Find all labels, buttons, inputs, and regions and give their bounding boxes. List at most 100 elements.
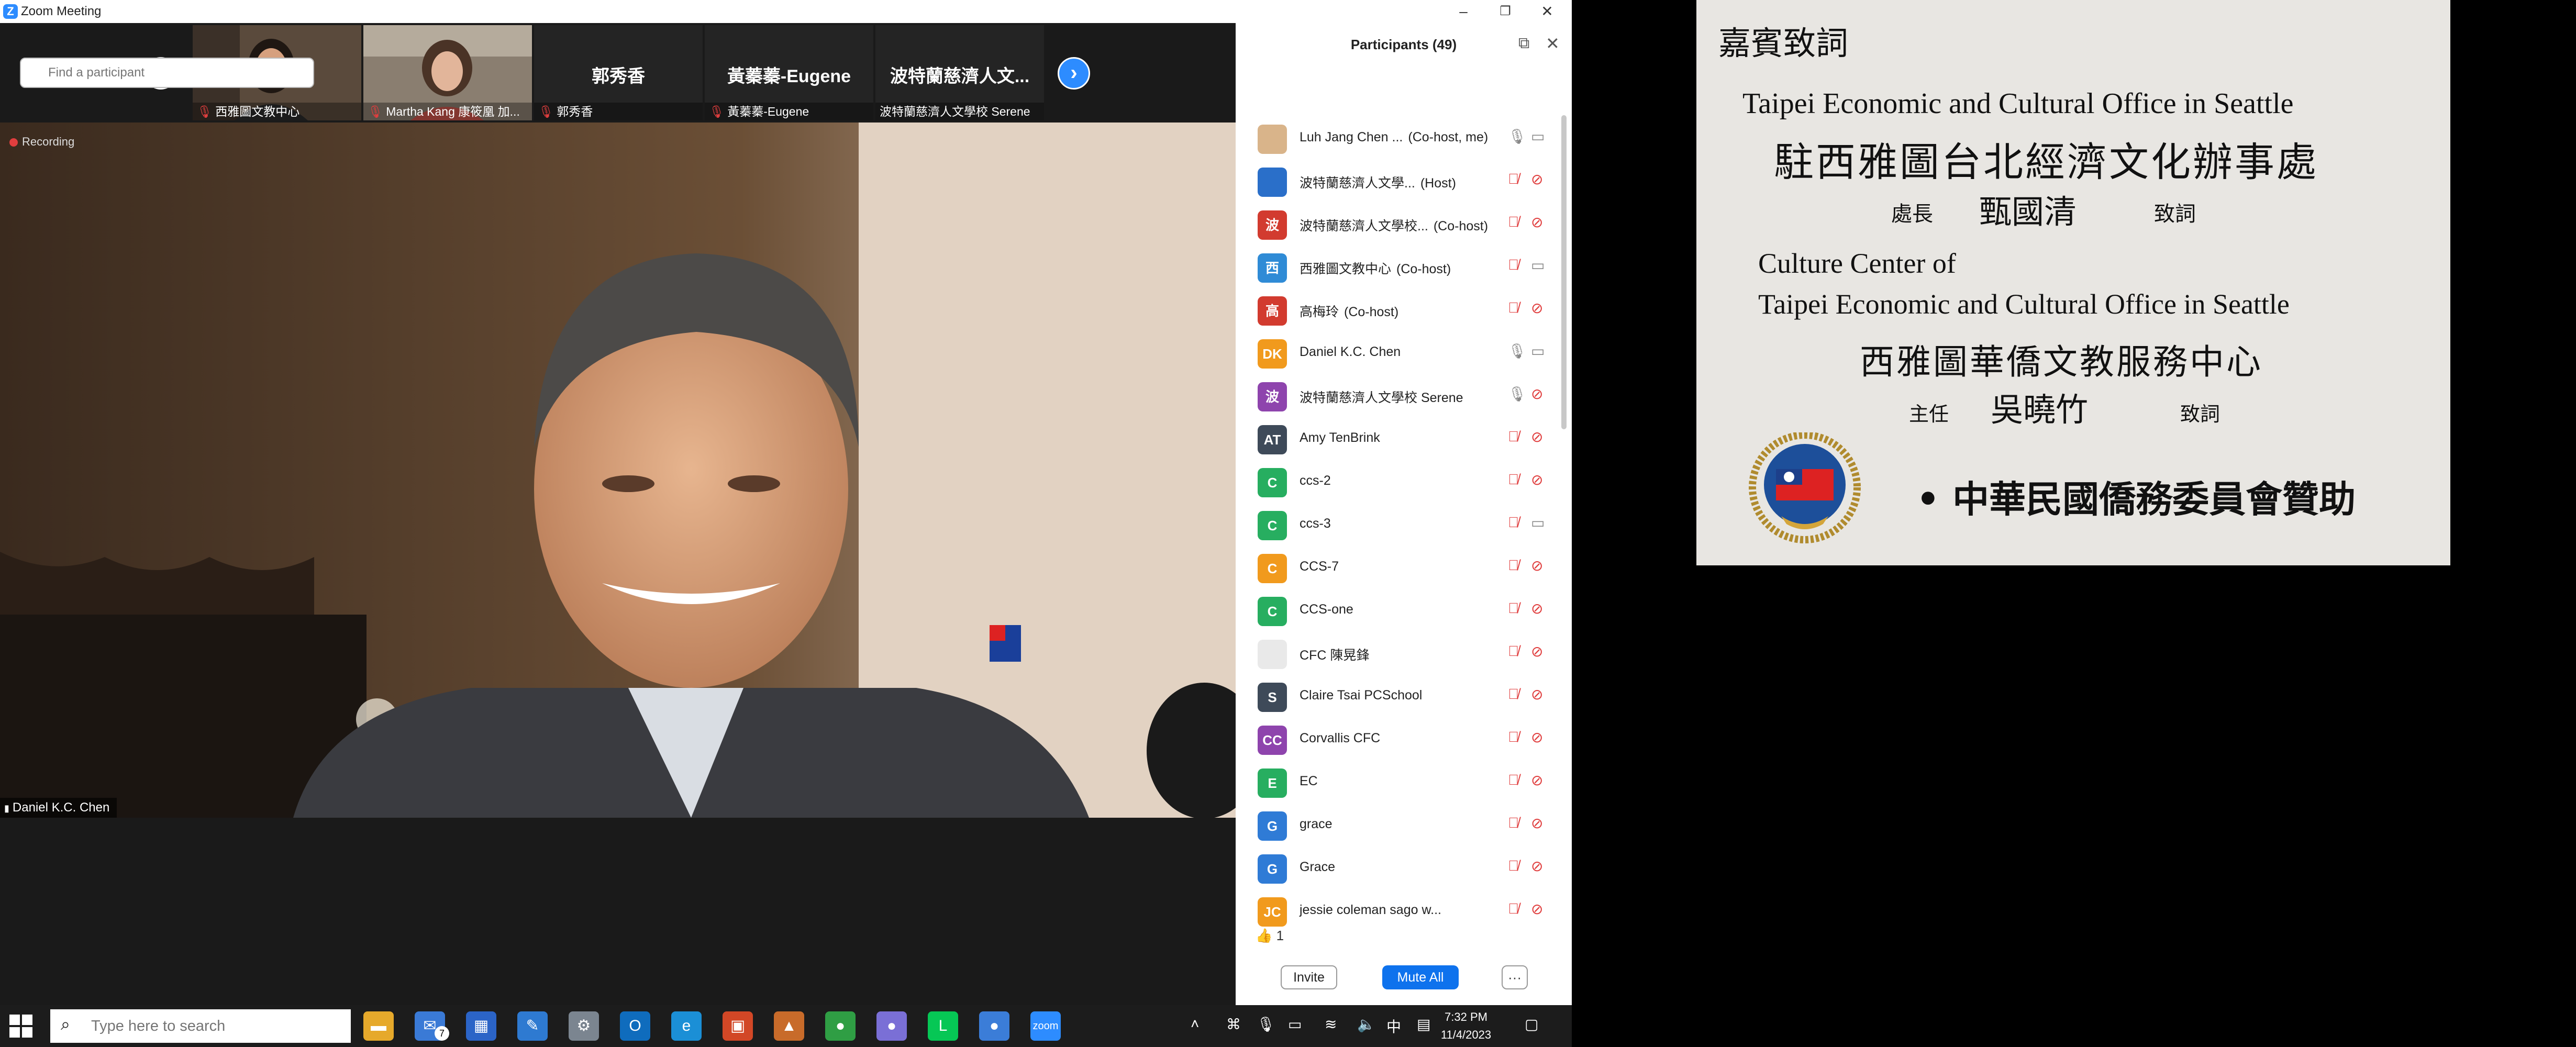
- paint-icon[interactable]: ✎: [517, 1011, 548, 1041]
- mic-icon[interactable]: 🎙: [1508, 342, 1527, 360]
- camera-off-icon[interactable]: ⊘: [1531, 557, 1543, 574]
- camera-icon[interactable]: ▭: [1531, 257, 1545, 274]
- network-icon[interactable]: ≋: [1325, 1016, 1337, 1033]
- camera-off-icon[interactable]: ⊘: [1531, 299, 1543, 317]
- ime-mode-icon[interactable]: ▤: [1417, 1016, 1430, 1033]
- mic-muted-icon[interactable]: 🎙̸: [1508, 815, 1519, 831]
- participant-row[interactable]: 波特蘭慈濟人文學... (Host) 🎙̸ ⊘: [1236, 157, 1565, 200]
- battery-icon[interactable]: ▭: [1288, 1016, 1302, 1033]
- camera-icon[interactable]: ▭: [1531, 128, 1545, 145]
- office-icon[interactable]: ▣: [723, 1011, 753, 1041]
- start-button[interactable]: [9, 1015, 32, 1038]
- participant-row[interactable]: Luh Jang Chen ... (Co-host, me) 🎙 ▭: [1236, 114, 1565, 157]
- mute-all-button[interactable]: Mute All: [1382, 965, 1459, 989]
- mic-muted-icon[interactable]: 🎙̸: [1508, 857, 1519, 874]
- participant-row[interactable]: 波波特蘭慈濟人文學校 Serene 🎙 ⊘: [1236, 372, 1565, 415]
- participant-thumbnail[interactable]: 郭秀香 🎙 郭秀香: [534, 25, 703, 120]
- chrome-icon[interactable]: ●: [825, 1011, 856, 1041]
- mic-muted-icon[interactable]: 🎙̸: [1508, 729, 1519, 745]
- mic-muted-icon[interactable]: 🎙̸: [1508, 299, 1519, 316]
- participant-row[interactable]: S Claire Tsai PCSchool 🎙̸ ⊘: [1236, 672, 1565, 715]
- camera-off-icon[interactable]: ⊘: [1531, 729, 1543, 746]
- participant-list-scrollbar[interactable]: [1561, 115, 1567, 429]
- tray-overflow-icon[interactable]: ˄: [1191, 1016, 1199, 1032]
- file-explorer-icon[interactable]: ▬: [363, 1011, 394, 1041]
- camera-off-icon[interactable]: ⊘: [1531, 686, 1543, 703]
- close-button[interactable]: ✕: [1529, 0, 1565, 23]
- camera-off-icon[interactable]: ⊘: [1531, 772, 1543, 789]
- participant-row[interactable]: E EC 🎙̸ ⊘: [1236, 758, 1565, 801]
- main-speaker-video[interactable]: [0, 122, 1236, 818]
- camera-off-icon[interactable]: ⊘: [1531, 385, 1543, 403]
- notifications-icon[interactable]: ▢: [1525, 1016, 1538, 1033]
- participant-row[interactable]: AT Amy TenBrink 🎙̸ ⊘: [1236, 415, 1565, 458]
- mic-muted-icon[interactable]: 🎙̸: [1508, 257, 1519, 273]
- participant-row[interactable]: 高高梅玲 (Co-host) 🎙̸ ⊘: [1236, 286, 1565, 329]
- mic-muted-icon[interactable]: 🎙̸: [1508, 557, 1519, 574]
- participant-row[interactable]: C CCS-one 🎙̸ ⊘: [1236, 586, 1565, 629]
- participant-thumbnail[interactable]: 黃蓁蓁-Eugene 🎙 黃蓁蓁-Eugene: [705, 25, 873, 120]
- camera-off-icon[interactable]: ⊘: [1531, 643, 1543, 660]
- meet-now-icon[interactable]: ⌘: [1226, 1016, 1241, 1033]
- mic-muted-icon[interactable]: 🎙̸: [1508, 471, 1519, 488]
- participant-row[interactable]: JC jessie coleman sago w... 🎙̸ ⊘: [1236, 887, 1565, 929]
- mic-muted-icon[interactable]: 🎙̸: [1508, 214, 1519, 230]
- minimize-button[interactable]: –: [1445, 0, 1482, 23]
- thumbnail-name: 黃蓁蓁-Eugene: [727, 105, 809, 118]
- next-page-button[interactable]: ›: [1058, 57, 1090, 90]
- more-options-button[interactable]: ···: [1502, 965, 1528, 989]
- zoom-icon[interactable]: zoom: [1030, 1011, 1061, 1041]
- invite-button[interactable]: Invite: [1281, 965, 1337, 989]
- restore-button[interactable]: ❐: [1487, 0, 1524, 23]
- mic-muted-icon[interactable]: 🎙̸: [1508, 686, 1519, 703]
- participant-row[interactable]: 波波特蘭慈濟人文學校... (Co-host) 🎙̸ ⊘: [1236, 200, 1565, 243]
- camera-off-icon[interactable]: ⊘: [1531, 214, 1543, 231]
- camera-off-icon[interactable]: ⊘: [1531, 428, 1543, 445]
- settings-icon[interactable]: ⚙: [569, 1011, 599, 1041]
- participant-display-name: 波特蘭慈濟人文學校...: [1300, 219, 1428, 233]
- participant-row[interactable]: DK Daniel K.C. Chen 🎙 ▭: [1236, 329, 1565, 372]
- camera-off-icon[interactable]: ⊘: [1531, 857, 1543, 875]
- edge-icon[interactable]: e: [671, 1011, 702, 1041]
- mic-icon[interactable]: 🎙: [1508, 385, 1527, 403]
- panel-close-icon[interactable]: ✕: [1546, 34, 1560, 53]
- participant-row[interactable]: G Grace 🎙̸ ⊘: [1236, 844, 1565, 887]
- mic-muted-icon[interactable]: 🎙̸: [1508, 643, 1519, 660]
- chrome-canary-icon[interactable]: ●: [876, 1011, 907, 1041]
- camera-off-icon[interactable]: ⊘: [1531, 600, 1543, 617]
- photos-icon[interactable]: ▲: [774, 1011, 804, 1041]
- participant-row[interactable]: 西西雅圖文教中心 (Co-host) 🎙̸ ▭: [1236, 243, 1565, 286]
- mic-muted-icon[interactable]: 🎙̸: [1508, 171, 1519, 187]
- participant-search-input[interactable]: [20, 58, 314, 88]
- camera-off-icon[interactable]: ⊘: [1531, 815, 1543, 832]
- participant-row[interactable]: Ggrace 🎙̸ ⊘: [1236, 801, 1565, 844]
- camera-off-icon[interactable]: ⊘: [1531, 471, 1543, 488]
- camera-off-icon[interactable]: ⊘: [1531, 171, 1543, 188]
- mic-muted-icon[interactable]: 🎙̸: [1508, 772, 1519, 788]
- participant-row[interactable]: CC Corvallis CFC 🎙̸ ⊘: [1236, 715, 1565, 758]
- camera-off-icon[interactable]: ⊘: [1531, 900, 1543, 918]
- volume-icon[interactable]: 🔈: [1357, 1016, 1375, 1033]
- mic-icon[interactable]: 🎙: [1508, 128, 1527, 145]
- microphone-icon[interactable]: 🎙: [1257, 1016, 1275, 1033]
- mic-muted-icon[interactable]: 🎙̸: [1508, 514, 1519, 531]
- taskbar-clock[interactable]: 7:32 PM 11/4/2023: [1435, 1008, 1497, 1044]
- participant-row[interactable]: CFC 陳晃鋒 🎙̸ ⊘: [1236, 629, 1565, 672]
- chrome-profile-icon[interactable]: ●: [979, 1011, 1009, 1041]
- line-icon[interactable]: L: [928, 1011, 958, 1041]
- mic-muted-icon[interactable]: 🎙̸: [1508, 428, 1519, 445]
- mic-muted-icon[interactable]: 🎙̸: [1508, 600, 1519, 617]
- ime-indicator[interactable]: 中: [1386, 1016, 1401, 1037]
- popout-icon[interactable]: ⧉: [1518, 35, 1529, 52]
- participant-row[interactable]: C CCS-7 🎙̸ ⊘: [1236, 543, 1565, 586]
- store-icon[interactable]: ▦: [466, 1011, 496, 1041]
- mic-muted-icon[interactable]: 🎙̸: [1508, 900, 1519, 917]
- camera-icon[interactable]: ▭: [1531, 514, 1545, 531]
- participant-row[interactable]: Cccs-3 🎙̸ ▭: [1236, 500, 1565, 543]
- outlook-icon[interactable]: O: [620, 1011, 650, 1041]
- participant-thumbnail[interactable]: 🎙 Martha Kang 康筱凰 加...: [363, 25, 532, 120]
- camera-icon[interactable]: ▭: [1531, 342, 1545, 360]
- participant-row[interactable]: Cccs-2 🎙̸ ⊘: [1236, 458, 1565, 500]
- taskbar-search-input[interactable]: [50, 1009, 351, 1043]
- participant-thumbnail[interactable]: 波特蘭慈濟人文... 波特蘭慈濟人文學校 Serene: [875, 25, 1044, 120]
